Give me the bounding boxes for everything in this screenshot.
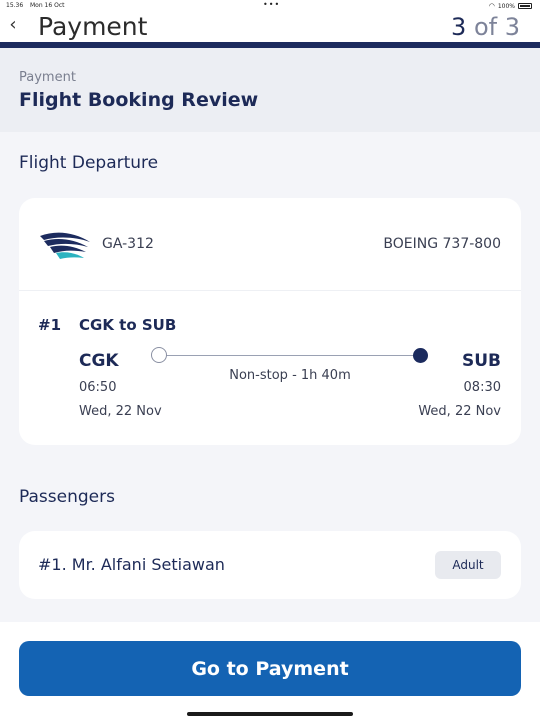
departure-dot-icon [151,347,167,363]
flight-section-title: Flight Departure [19,153,159,173]
navigation-bar: ‹ Payment 3 of 3 [0,12,540,42]
battery-percent: 100% [497,2,515,10]
passengers-section-title: Passengers [19,487,115,507]
step-separator: of [466,13,505,41]
passenger-card[interactable]: #1. Mr. Alfani Setiawan Adult [19,531,521,599]
route-index: #1 [38,316,62,334]
step-total: 3 [504,13,520,41]
back-icon[interactable]: ‹ [4,14,22,36]
destination-code: SUB [461,351,501,371]
status-date: Mon 16 Oct [30,2,65,9]
go-to-payment-button[interactable]: Go to Payment [19,641,521,696]
departure-date: Wed, 22 Nov [79,404,162,419]
arrival-time: 08:30 [463,380,501,395]
flight-duration: Non-stop - 1h 40m [229,368,351,383]
home-indicator[interactable] [187,712,353,716]
flight-card[interactable]: GA-312 BOEING 737-800 #1 CGK to SUB CGK … [19,198,521,445]
status-right: ◠ 100% [489,2,532,10]
page-caption: Payment [19,70,76,85]
multitask-dots[interactable]: ••• [263,0,280,9]
passenger-type-badge: Adult [435,551,501,579]
card-divider [19,290,521,291]
page-title: Flight Booking Review [19,89,259,111]
route-name: CGK to SUB [79,316,177,334]
nav-title: Payment [38,12,148,41]
arrival-date: Wed, 22 Nov [418,404,501,419]
aircraft-type: BOEING 737-800 [383,236,501,252]
passenger-name: #1. Mr. Alfani Setiawan [38,555,225,574]
battery-icon [518,3,532,9]
route-line [159,355,421,356]
origin-code: CGK [79,351,119,371]
wifi-icon: ◠ [488,2,495,10]
airline-bird-logo [40,232,90,259]
arrival-dot-icon [413,348,428,363]
page-header: Payment Flight Booking Review [0,48,540,132]
bottom-bar: Go to Payment [0,622,540,720]
status-bar: 15.36 Mon 16 Oct ••• ◠ 100% [0,0,540,12]
flight-number: GA-312 [102,236,154,252]
step-indicator: 3 of 3 [451,12,520,42]
status-time: 15.36 [6,2,24,9]
step-current: 3 [451,13,467,41]
departure-time: 06:50 [79,380,117,395]
